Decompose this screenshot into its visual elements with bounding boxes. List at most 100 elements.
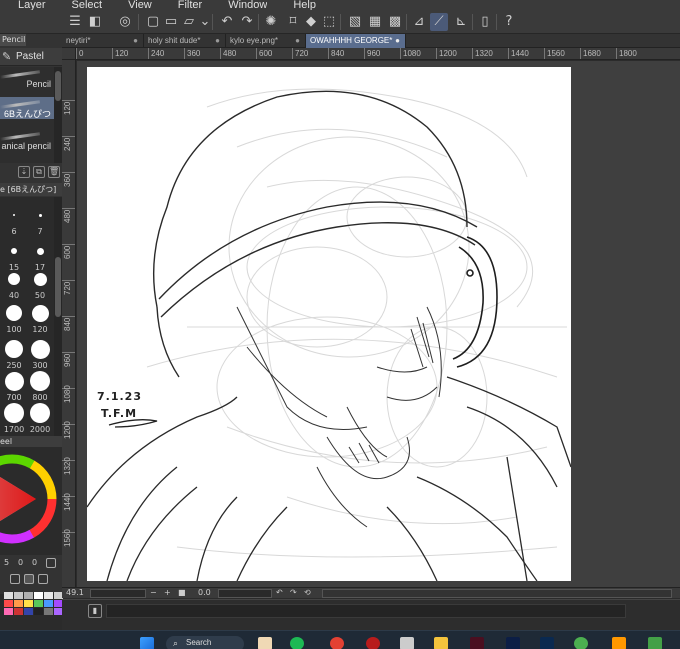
palette-swatch[interactable]: [14, 608, 23, 615]
transparent-color-icon[interactable]: [24, 574, 34, 584]
menu-help[interactable]: Help: [293, 0, 316, 10]
brush-size-dot[interactable]: [5, 340, 23, 358]
palette-swatch[interactable]: [4, 592, 13, 599]
snap-to-special-icon[interactable]: ▩: [386, 13, 404, 31]
indesign-icon[interactable]: [470, 637, 484, 649]
rotation-slider[interactable]: [218, 589, 272, 598]
new-canvas-icon[interactable]: ▢: [144, 13, 162, 31]
palette-swatch[interactable]: [4, 608, 13, 615]
fit-icon[interactable]: ■: [178, 588, 186, 598]
transform-icon[interactable]: ⬚: [320, 13, 338, 31]
redo-icon[interactable]: ↷: [238, 13, 256, 31]
help-icon[interactable]: ?: [500, 13, 518, 31]
brush-size-dot[interactable]: [30, 403, 50, 423]
palette-swatch[interactable]: [34, 600, 43, 607]
menu-view[interactable]: View: [128, 0, 152, 10]
brush-subtool-tab[interactable]: Pencil: [0, 34, 26, 46]
tab-neytiri[interactable]: neytiri* ●: [62, 34, 144, 48]
app-icon-stack[interactable]: [648, 637, 662, 649]
menu-layer[interactable]: Layer: [18, 0, 46, 10]
import-brush-icon[interactable]: ⇣: [18, 166, 30, 178]
panel-toggle-icon[interactable]: ▮: [88, 604, 102, 618]
palette-swatch[interactable]: [4, 600, 13, 607]
palette-swatch[interactable]: [14, 592, 23, 599]
zoom-in-icon[interactable]: +: [164, 588, 171, 598]
palette-swatch[interactable]: [34, 608, 43, 615]
swap-color-icon[interactable]: [10, 574, 20, 584]
brush-item-mechanical-pencil[interactable]: anical pencil: [0, 129, 54, 151]
fill-icon[interactable]: ◆: [302, 13, 320, 31]
clear-icon[interactable]: ⌑: [284, 13, 302, 31]
close-icon[interactable]: ●: [295, 34, 300, 48]
close-icon[interactable]: ●: [133, 34, 138, 48]
hamburger-menu-icon[interactable]: ☰: [66, 13, 84, 31]
zoom-level[interactable]: 49.1: [66, 588, 84, 598]
palette-swatch[interactable]: [24, 608, 33, 615]
undo-icon[interactable]: ↶: [218, 13, 236, 31]
palette-swatch[interactable]: [14, 600, 23, 607]
brush-size-dot[interactable]: [36, 247, 44, 255]
brush-size-dot[interactable]: [30, 371, 50, 391]
open-folder-icon[interactable]: ▭: [162, 13, 180, 31]
delete-brush-icon[interactable]: 🗑: [48, 166, 60, 178]
new-file-icon[interactable]: ◧: [86, 13, 104, 31]
palette-swatch[interactable]: [34, 592, 43, 599]
chrome-icon[interactable]: [330, 637, 344, 649]
loading-spinner-icon[interactable]: ✺: [262, 13, 280, 31]
vector-icon[interactable]: ⊾: [452, 13, 470, 31]
zoom-slider[interactable]: [90, 589, 146, 598]
menu-window[interactable]: Window: [228, 0, 267, 10]
taskbar-search[interactable]: ⌕ Search: [166, 636, 244, 649]
snap-to-grid-icon[interactable]: ▦: [366, 13, 384, 31]
color-palette[interactable]: [0, 590, 63, 620]
palette-swatch[interactable]: [44, 600, 53, 607]
brush-item-6b-pencil[interactable]: 6Bえんぴつ: [0, 97, 54, 119]
brush-size-dot[interactable]: [31, 304, 49, 322]
brush-list-scrollbar[interactable]: [54, 67, 62, 163]
windows-start-icon[interactable]: [140, 637, 154, 649]
app-icon-orange[interactable]: [612, 637, 626, 649]
rotation-angle[interactable]: 0.0: [198, 588, 211, 598]
brush-size-dot[interactable]: [8, 273, 20, 285]
snap-to-ruler-icon[interactable]: ▧: [346, 13, 364, 31]
stroke-correction-icon[interactable]: ⟋: [430, 13, 448, 31]
clip-studio-icon[interactable]: [258, 637, 272, 649]
ellipse-tool-icon[interactable]: ◎: [116, 13, 134, 31]
app-icon-green[interactable]: [574, 637, 588, 649]
brush-size-dot[interactable]: [33, 272, 47, 286]
brush-size-scrollbar[interactable]: [54, 197, 62, 437]
brush-group-header[interactable]: ✎ Pastel: [0, 48, 62, 66]
zoom-out-icon[interactable]: −: [150, 588, 157, 598]
palette-swatch[interactable]: [44, 608, 53, 615]
file-explorer-icon[interactable]: [434, 637, 448, 649]
premiere-icon[interactable]: [506, 637, 520, 649]
reset-rotation-icon[interactable]: ⟲: [304, 588, 311, 598]
palette-swatch[interactable]: [24, 600, 33, 607]
rotate-left-icon[interactable]: ↶: [276, 588, 283, 598]
smartphone-icon[interactable]: ▯: [476, 13, 494, 31]
photoshop-icon[interactable]: [540, 637, 554, 649]
color-mode-icon[interactable]: [46, 558, 56, 568]
palette-swatch[interactable]: [24, 592, 33, 599]
spotify-icon[interactable]: [290, 637, 304, 649]
horizontal-scrollbar[interactable]: [322, 589, 672, 598]
brush-size-dot[interactable]: [11, 248, 17, 254]
close-icon[interactable]: ●: [395, 34, 400, 48]
rotate-right-icon[interactable]: ↷: [290, 588, 297, 598]
brush-size-dot[interactable]: [6, 305, 22, 321]
brush-size-dot[interactable]: [38, 213, 42, 217]
brush-size-dot[interactable]: [4, 371, 24, 391]
menu-select[interactable]: Select: [72, 0, 103, 10]
canvas-area[interactable]: 7.1.23 T.F.M: [77, 61, 680, 587]
artboard[interactable]: 7.1.23 T.F.M: [87, 67, 571, 581]
app-icon-red[interactable]: [366, 637, 380, 649]
palette-swatch[interactable]: [44, 592, 53, 599]
color-wheel[interactable]: [0, 447, 62, 555]
tab-kylo-eye[interactable]: kylo eye.png* ●: [226, 34, 306, 48]
close-icon[interactable]: ●: [215, 34, 220, 48]
brush-size-dot[interactable]: [30, 339, 50, 359]
menu-filter[interactable]: Filter: [178, 0, 202, 10]
brush-size-dot[interactable]: [13, 214, 15, 216]
app-icon-gray[interactable]: [400, 637, 414, 649]
tab-holy-shit-dude[interactable]: holy shit dude* ●: [144, 34, 226, 48]
